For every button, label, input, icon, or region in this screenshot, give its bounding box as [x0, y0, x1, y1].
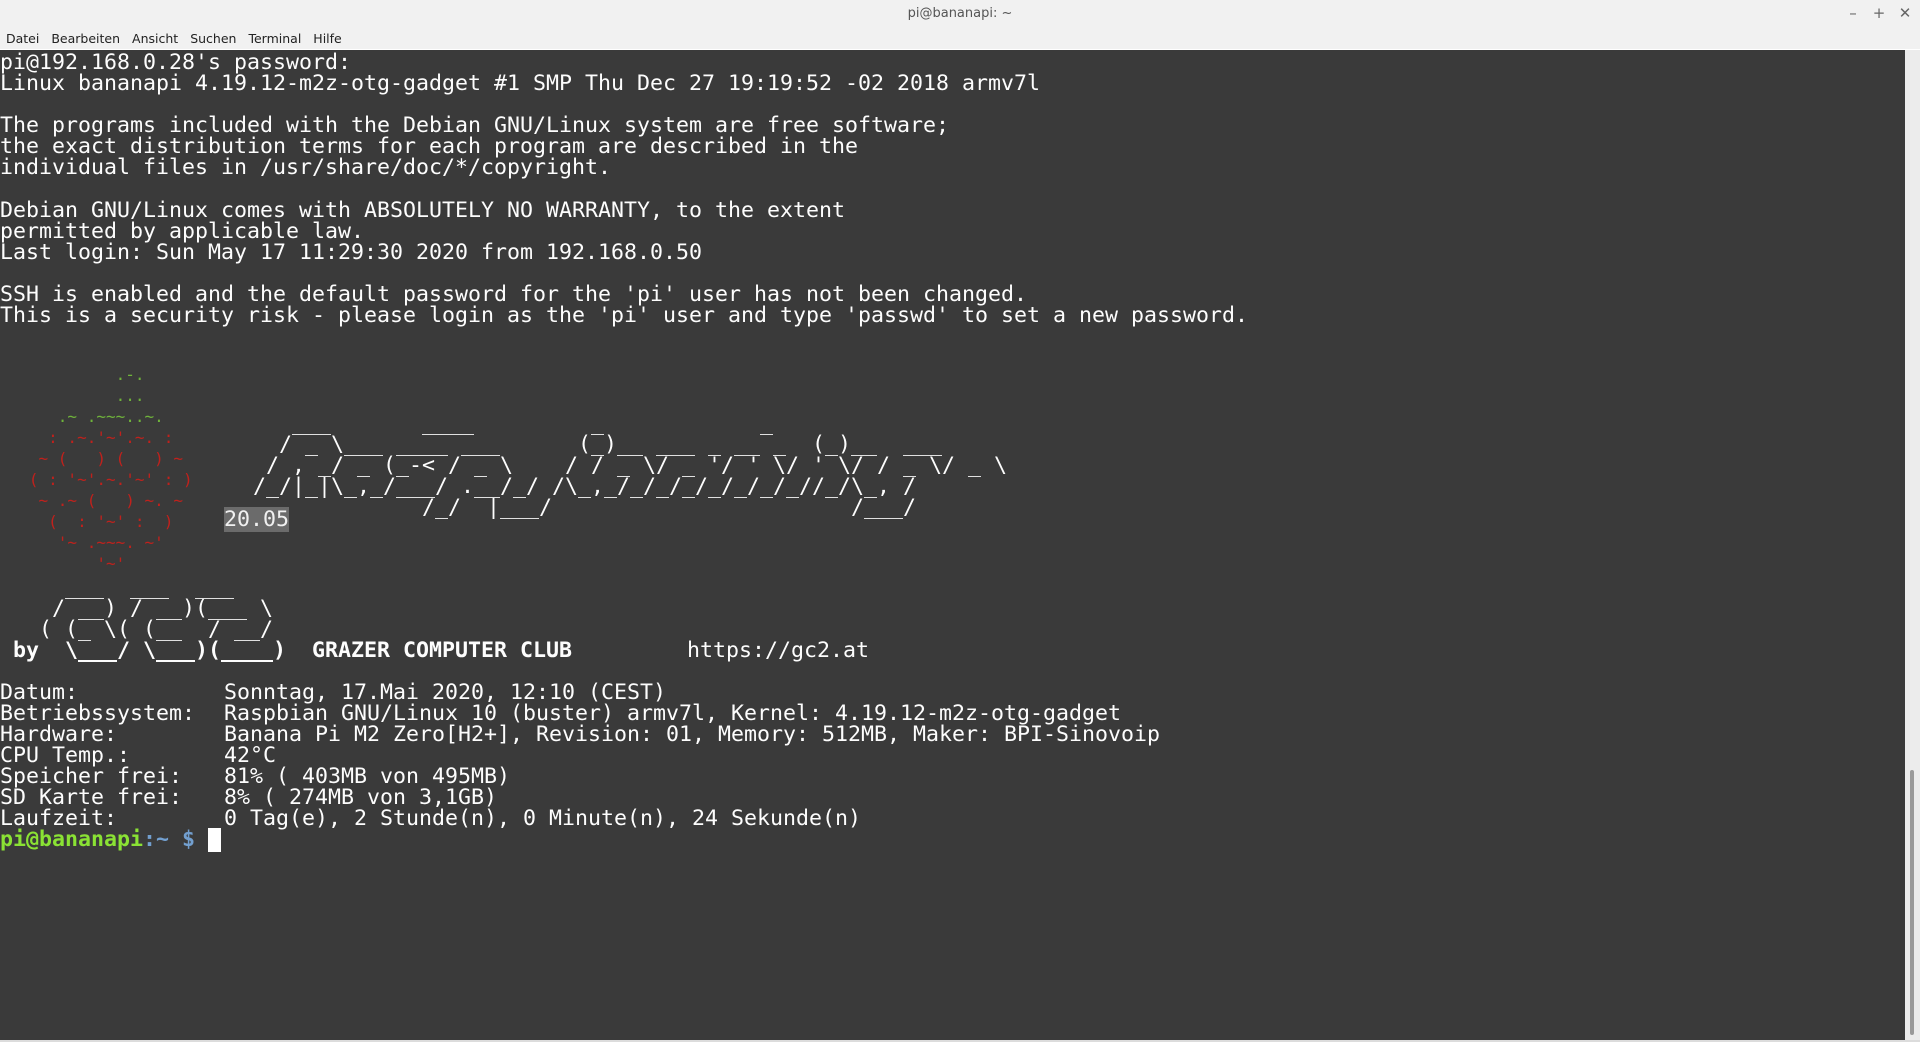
terminal-output[interactable]: pi@192.168.0.28's password: Linux banana… — [0, 50, 1905, 1040]
sysinfo-value: 0 Tag(e), 2 Stunde(n), 0 Minute(n), 24 S… — [224, 806, 862, 831]
motd-line: This is a security risk - please login a… — [0, 303, 1249, 328]
motd-line: Linux bananapi 4.19.12-m2z-otg-gadget #1… — [0, 71, 1041, 96]
prompt-user-host: pi@bananapi — [0, 827, 144, 852]
menu-bearbeiten[interactable]: Bearbeiten — [49, 31, 127, 46]
vertical-scrollbar[interactable] — [1905, 50, 1920, 1040]
menu-ansicht[interactable]: Ansicht — [130, 31, 185, 46]
scrollbar-thumb[interactable] — [1910, 770, 1914, 1035]
shell-prompt[interactable]: pi@bananapi:~ $ — [0, 827, 222, 853]
motd-line: Last login: Sun May 17 11:29:30 2020 fro… — [0, 240, 703, 265]
prompt-path: :~ — [143, 827, 170, 852]
sysinfo-value: Banana Pi M2 Zero[H2+], Revision: 01, Me… — [224, 722, 1161, 747]
terminal-window: pi@bananapi: ~ – + ✕ Datei Bearbeiten An… — [0, 0, 1920, 1042]
menu-suchen[interactable]: Suchen — [188, 31, 243, 46]
club-name: GRAZER COMPUTER CLUB — [312, 638, 573, 663]
menu-hilfe[interactable]: Hilfe — [311, 31, 348, 46]
menu-terminal[interactable]: Terminal — [246, 31, 308, 46]
gcc-ascii-logo: by \___/ \___)(____) — [0, 638, 287, 663]
window-controls: – + ✕ — [1846, 4, 1912, 22]
prompt-symbol: $ — [169, 827, 209, 852]
club-url[interactable]: https://gc2.at — [687, 638, 869, 664]
raspbian-version: 20.05 — [224, 507, 290, 532]
menu-datei[interactable]: Datei — [4, 31, 46, 46]
close-button[interactable]: ✕ — [1898, 4, 1912, 22]
version-line: 20.05 — [224, 507, 290, 533]
raspbian-ascii-logo: /_/ |___/ /___/ — [214, 495, 917, 520]
text-cursor — [208, 828, 222, 852]
raspberry-berry-ascii: '~' — [0, 554, 126, 573]
window-title: pi@bananapi: ~ — [907, 6, 1013, 21]
menu-bar: Datei Bearbeiten Ansicht Suchen Terminal… — [0, 27, 1920, 49]
minimize-button[interactable]: – — [1846, 4, 1860, 22]
motd-line: individual files in /usr/share/doc/*/cop… — [0, 155, 612, 180]
maximize-button[interactable]: + — [1872, 4, 1886, 22]
gcc-by-line: by \___/ \___)(____) GRAZER COMPUTER CLU… — [0, 638, 572, 664]
title-bar[interactable]: pi@bananapi: ~ – + ✕ — [0, 0, 1920, 28]
